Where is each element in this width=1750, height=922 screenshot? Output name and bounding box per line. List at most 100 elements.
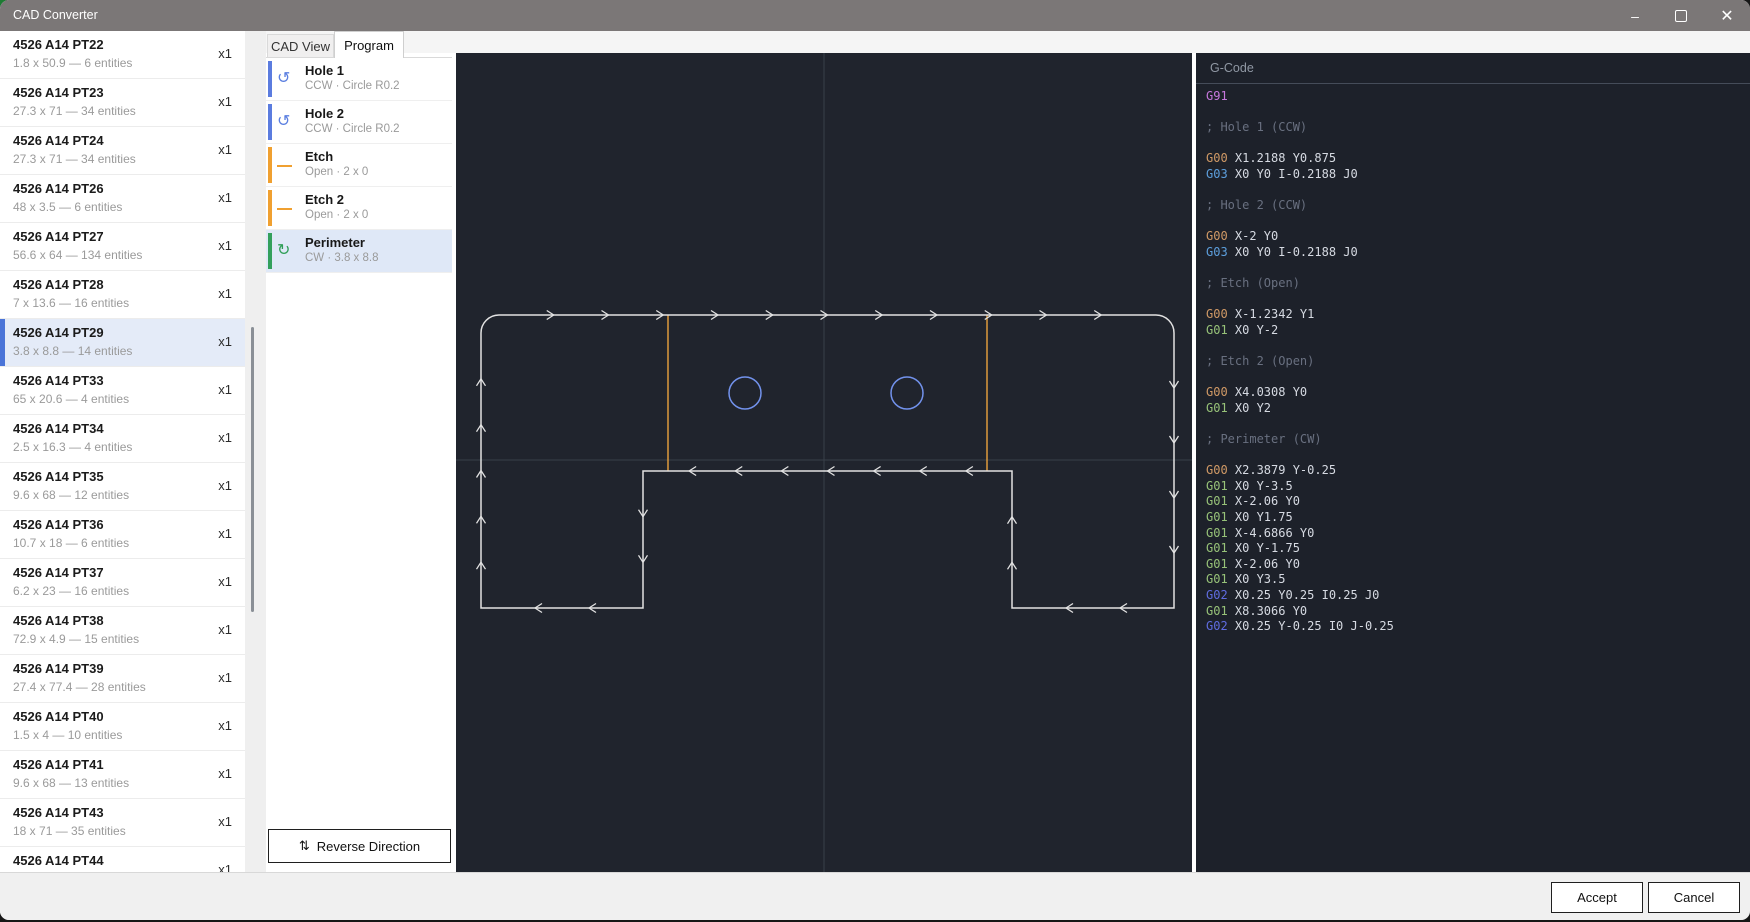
operation-title: Perimeter <box>305 235 365 250</box>
part-dimensions: 65 x 20.6 — 4 entities <box>13 392 129 406</box>
hole-toolpath <box>891 377 923 409</box>
close-icon: ✕ <box>1720 6 1733 26</box>
part-name: 4526 A14 PT33 <box>13 373 104 388</box>
close-button[interactable]: ✕ <box>1704 0 1750 31</box>
gcode-line: G01 X0 Y1.75 <box>1206 510 1740 526</box>
part-row[interactable]: 4526 A14 PT44 x1 <box>0 847 245 872</box>
part-name: 4526 A14 PT39 <box>13 661 104 676</box>
part-row[interactable]: 4526 A14 PT2327.3 x 71 — 34 entitiesx1 <box>0 79 245 127</box>
part-quantity-badge: x1 <box>218 238 232 253</box>
operation-accent-bar <box>268 233 272 269</box>
part-row[interactable]: 4526 A14 PT35 9.6 x 68 — 12 entities x1 <box>0 463 245 511</box>
operation-row[interactable]: ↺Hole 2CCW · Circle R0.2 <box>266 101 452 144</box>
reverse-direction-label: Reverse Direction <box>317 839 420 854</box>
part-dimensions: 9.6 x 68 — 12 entities <box>13 488 129 502</box>
operation-subtitle: CCW · Circle R0.2 <box>305 80 400 92</box>
gcode-line: G01 X-2.06 Y0 <box>1206 494 1740 510</box>
part-quantity-badge: x1 <box>218 622 232 637</box>
tab-program-label: Program <box>344 38 394 53</box>
part-row[interactable]: 4526 A14 PT287 x 13.6 — 16 entitiesx1 <box>0 271 245 319</box>
gcode-line: G00 X1.2188 Y0.875 <box>1206 151 1740 167</box>
part-quantity-badge: x1 <box>218 670 232 685</box>
part-row[interactable]: 4526 A14 PT39 27.4 x 77.4 — 28 entities x1 <box>0 655 245 703</box>
part-name: 4526 A14 PT37 <box>13 565 104 580</box>
part-dimensions: 27.4 x 77.4 — 28 entities <box>13 680 146 694</box>
operation-row[interactable]: ↻PerimeterCW · 3.8 x 8.8 <box>266 230 452 273</box>
part-name: 4526 A14 PT35 <box>13 469 104 484</box>
part-dimensions: 56.6 x 64 — 134 entities <box>13 248 142 262</box>
reverse-direction-icon: ⇅ <box>299 838 310 854</box>
part-name: 4526 A14 PT26 <box>13 181 104 196</box>
cad-canvas[interactable] <box>456 53 1192 872</box>
gcode-header: G-Code <box>1196 53 1750 84</box>
accept-button[interactable]: Accept <box>1551 882 1643 913</box>
part-name: 4526 A14 PT44 <box>13 853 104 868</box>
part-name: 4526 A14 PT24 <box>13 133 104 148</box>
part-row[interactable]: 4526 A14 PT3365 x 20.6 — 4 entitiesx1 <box>0 367 245 415</box>
part-row[interactable]: 4526 A14 PT2427.3 x 71 — 34 entitiesx1 <box>0 127 245 175</box>
tab-program[interactable]: Program <box>334 31 404 58</box>
part-dimensions: 48 x 3.5 — 6 entities <box>13 200 122 214</box>
part-row[interactable]: 4526 A14 PT401.5 x 4 — 10 entitiesx1 <box>0 703 245 751</box>
operation-row[interactable]: ↺Hole 1CCW · Circle R0.2 <box>266 58 452 101</box>
maximize-button[interactable] <box>1658 0 1704 31</box>
gcode-line <box>1206 136 1740 152</box>
gcode-line: G02 X0.25 Y0.25 I0.25 J0 <box>1206 588 1740 604</box>
operation-accent-bar <box>268 104 272 140</box>
operation-subtitle: CCW · Circle R0.2 <box>305 123 400 135</box>
window-title: CAD Converter <box>13 8 98 22</box>
cancel-button[interactable]: Cancel <box>1648 882 1740 913</box>
operations-list: ↺Hole 1CCW · Circle R0.2↺Hole 2CCW · Cir… <box>266 57 452 872</box>
part-dimensions: 9.6 x 68 — 13 entities <box>13 776 129 790</box>
operation-subtitle: Open · 2 x 0 <box>305 166 368 178</box>
operation-row[interactable]: EtchOpen · 2 x 0 <box>266 144 452 187</box>
minimize-icon: – <box>1631 8 1639 24</box>
part-quantity-badge: x1 <box>218 334 232 349</box>
part-name: 4526 A14 PT36 <box>13 517 104 532</box>
part-row[interactable]: 4526 A14 PT3610.7 x 18 — 6 entitiesx1 <box>0 511 245 559</box>
operation-accent-bar <box>268 147 272 183</box>
part-quantity-badge: x1 <box>218 862 232 872</box>
gcode-title: G-Code <box>1210 61 1254 75</box>
part-dimensions: 1.5 x 4 — 10 entities <box>13 728 122 742</box>
gcode-line <box>1206 214 1740 230</box>
parts-list-scrollbar[interactable] <box>251 327 254 612</box>
maximize-icon <box>1675 10 1687 22</box>
part-name: 4526 A14 PT27 <box>13 229 104 244</box>
etch-line-icon <box>277 165 292 167</box>
gcode-line <box>1206 292 1740 308</box>
part-row[interactable]: 4526 A14 PT221.8 x 50.9 — 6 entitiesx1 <box>0 31 245 79</box>
part-row[interactable]: 4526 A14 PT342.5 x 16.3 — 4 entitiesx1 <box>0 415 245 463</box>
part-row[interactable]: 4526 A14 PT41 9.6 x 68 — 13 entities x1 <box>0 751 245 799</box>
part-quantity-badge: x1 <box>218 766 232 781</box>
part-name: 4526 A14 PT22 <box>13 37 104 52</box>
part-quantity-badge: x1 <box>218 478 232 493</box>
part-name: 4526 A14 PT38 <box>13 613 104 628</box>
gcode-line <box>1206 339 1740 355</box>
part-row[interactable]: 4526 A14 PT27 56.6 x 64 — 134 entities x1 <box>0 223 245 271</box>
part-dimensions: 72.9 x 4.9 — 15 entities <box>13 632 139 646</box>
gcode-line: ; Hole 1 (CCW) <box>1206 120 1740 136</box>
gcode-line: G01 X-2.06 Y0 <box>1206 557 1740 573</box>
gcode-line: G01 X0 Y-1.75 <box>1206 541 1740 557</box>
part-row[interactable]: 4526 A14 PT38 72.9 x 4.9 — 15 entities x1 <box>0 607 245 655</box>
gcode-line <box>1206 261 1740 277</box>
part-row[interactable]: 4526 A14 PT293.8 x 8.8 — 14 entitiesx1 <box>0 319 245 367</box>
tab-cad-view-label: CAD View <box>271 39 330 54</box>
part-quantity-badge: x1 <box>218 814 232 829</box>
part-name: 4526 A14 PT43 <box>13 805 104 820</box>
part-name: 4526 A14 PT41 <box>13 757 104 772</box>
minimize-button[interactable]: – <box>1612 0 1658 31</box>
part-row[interactable]: 4526 A14 PT376.2 x 23 — 16 entitiesx1 <box>0 559 245 607</box>
part-dimensions: 27.3 x 71 — 34 entities <box>13 104 136 118</box>
reverse-direction-button[interactable]: ⇅ Reverse Direction <box>268 829 451 863</box>
gcode-line <box>1206 448 1740 464</box>
operation-row[interactable]: Etch 2Open · 2 x 0 <box>266 187 452 230</box>
tab-cad-view[interactable]: CAD View <box>267 34 334 58</box>
gcode-line: G03 X0 Y0 I-0.2188 J0 <box>1206 245 1740 261</box>
part-name: 4526 A14 PT34 <box>13 421 104 436</box>
gcode-line: ; Etch (Open) <box>1206 276 1740 292</box>
part-row[interactable]: 4526 A14 PT2648 x 3.5 — 6 entitiesx1 <box>0 175 245 223</box>
part-row[interactable]: 4526 A14 PT4318 x 71 — 35 entitiesx1 <box>0 799 245 847</box>
cancel-label: Cancel <box>1674 890 1714 905</box>
